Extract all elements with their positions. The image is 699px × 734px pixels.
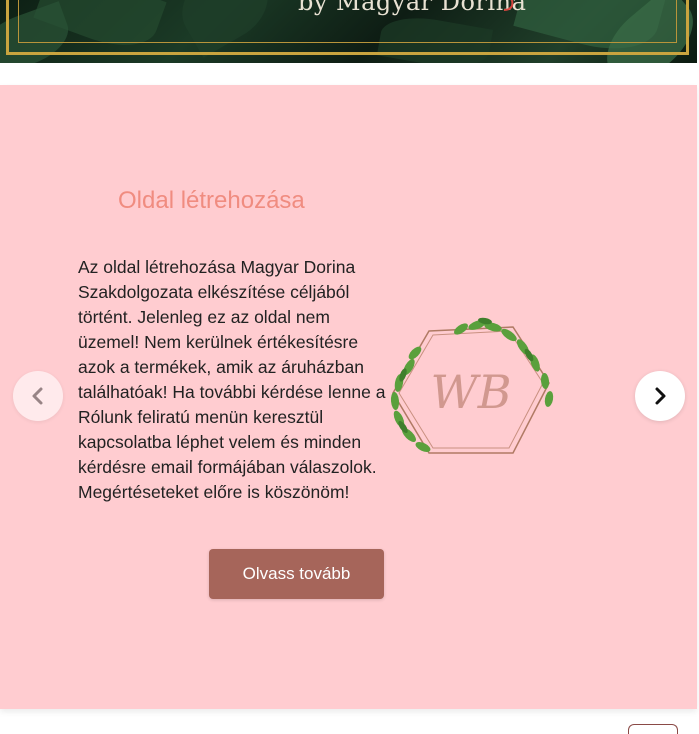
carousel-slide: Oldal létrehozása Az oldal létrehozása M… (0, 85, 697, 709)
banner-byline: by Magyar Dorina (298, 0, 527, 16)
read-more-button[interactable]: Olvass tovább (209, 549, 384, 599)
heart-flourish-icon (503, 0, 514, 11)
carousel-next-button[interactable] (635, 371, 685, 421)
logo-monogram: WB (430, 365, 511, 419)
carousel-prev-button[interactable] (13, 371, 63, 421)
header-banner: by Magyar Dorina (0, 0, 697, 63)
wb-wreath-logo: WB (390, 317, 554, 454)
partial-element-edge (628, 724, 678, 734)
slide-title: Oldal létrehozása (118, 187, 305, 214)
chevron-left-icon (32, 387, 43, 405)
slide-body-text: Az oldal létrehozása Magyar Dorina Szakd… (78, 257, 386, 502)
chevron-right-icon (655, 387, 666, 405)
